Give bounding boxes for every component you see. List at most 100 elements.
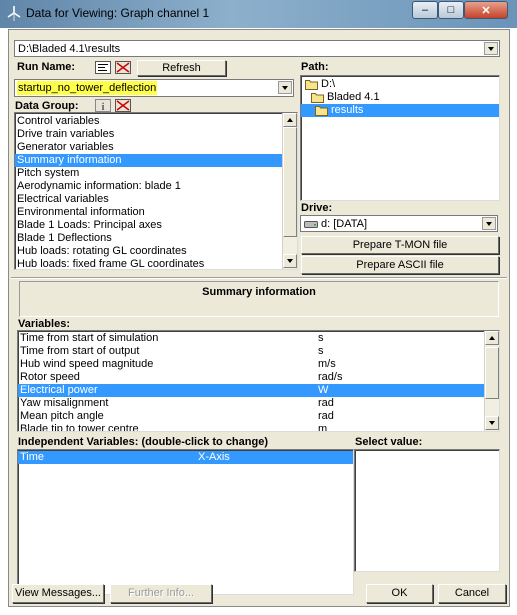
folder-row[interactable]: results <box>301 104 499 117</box>
independent-variables-list[interactable]: Time X-Axis <box>17 449 354 595</box>
folder-row[interactable]: Bladed 4.1 <box>301 91 499 104</box>
prepare-tmon-button[interactable]: Prepare T-MON file <box>301 236 499 254</box>
run-name-label: Run Name: <box>17 61 76 73</box>
folder-open-icon <box>305 80 318 90</box>
list-item[interactable]: Aerodynamic information: blade 1 <box>15 180 283 193</box>
delete-icon[interactable] <box>115 99 131 112</box>
drive-value: d: [DATA] <box>321 218 368 230</box>
prepare-ascii-button[interactable]: Prepare ASCII file <box>301 256 499 274</box>
path-tree[interactable]: D:\ Bladed 4.1 results <box>300 75 500 201</box>
minimize-icon: – <box>421 4 429 16</box>
variable-row[interactable]: Rotor speed rad/s <box>18 371 484 384</box>
window-title: Data for Viewing: Graph channel 1 <box>26 6 210 20</box>
close-button[interactable]: ✕ <box>464 1 508 19</box>
list-item[interactable]: Blade 1 Deflections <box>15 232 283 245</box>
maximize-icon: □ <box>447 4 455 16</box>
variable-row[interactable]: Time from start of simulation s <box>18 332 484 345</box>
variable-unit: s <box>318 332 324 344</box>
summary-panel: Summary information <box>19 281 499 317</box>
ok-button[interactable]: OK <box>366 584 433 603</box>
folder-open-icon <box>311 93 324 103</box>
scroll-down-icon[interactable] <box>283 254 297 268</box>
list-item[interactable]: Summary information <box>15 154 283 167</box>
scroll-up-icon[interactable] <box>485 331 499 345</box>
scroll-up-icon[interactable] <box>283 113 297 127</box>
folder-label: Bladed 4.1 <box>327 91 380 103</box>
list-item[interactable]: Drive train variables <box>15 128 283 141</box>
maximize-button[interactable]: □ <box>438 1 464 19</box>
details-icon[interactable] <box>95 61 111 74</box>
folder-row[interactable]: D:\ <box>301 78 499 91</box>
dialog-body: D:\Bladed 4.1\results Run Name: Refresh … <box>8 29 510 607</box>
summary-title: Summary information <box>202 286 316 298</box>
data-group-label: Data Group: <box>15 100 79 112</box>
variable-name: Blade tip to tower centre <box>20 423 139 432</box>
refresh-button[interactable]: Refresh <box>137 60 226 76</box>
variable-unit: W <box>318 384 329 396</box>
chevron-down-icon[interactable] <box>482 217 496 230</box>
variable-name: Hub wind speed magnitude <box>20 358 154 370</box>
close-icon: ✕ <box>481 4 491 17</box>
variable-unit: m <box>318 423 328 432</box>
results-path-value: D:\Bladed 4.1\results <box>18 43 121 55</box>
delete-icon[interactable] <box>115 61 131 74</box>
drive-label: Drive: <box>301 202 333 214</box>
drive-combo[interactable]: d: [DATA] <box>300 215 498 232</box>
variable-name: Rotor speed <box>20 371 80 383</box>
further-info-button[interactable]: Further Info... <box>110 584 212 603</box>
variables-scrollbar[interactable] <box>484 331 499 431</box>
list-item[interactable]: Pitch system <box>15 167 283 180</box>
scroll-down-icon[interactable] <box>485 416 499 430</box>
variable-unit: rad <box>318 397 334 409</box>
variable-row[interactable]: Hub wind speed magnitude m/s <box>18 358 484 371</box>
variables-label: Variables: <box>18 318 70 330</box>
info-icon[interactable]: i <box>95 99 111 112</box>
chevron-down-icon[interactable] <box>484 42 498 55</box>
run-name-combo[interactable]: startup_no_tower_deflection <box>14 79 294 97</box>
independent-variable-axis: X-Axis <box>198 451 230 463</box>
independent-variable-row[interactable]: Time X-Axis <box>18 451 353 464</box>
list-item[interactable]: Hub loads: rotating GL coordinates <box>15 245 283 258</box>
list-item[interactable]: Control variables <box>15 115 283 128</box>
variables-list[interactable]: Time from start of simulation s Time from… <box>17 330 500 432</box>
drive-icon <box>304 221 318 228</box>
svg-text:i: i <box>102 102 105 112</box>
list-item[interactable]: Environmental information <box>15 206 283 219</box>
title-bar: Data for Viewing: Graph channel 1 – □ ✕ <box>0 0 517 28</box>
variable-name: Electrical power <box>20 384 98 396</box>
variable-name: Time from start of simulation <box>20 332 159 344</box>
independent-variables-label: Independent Variables: (double-click to … <box>18 436 268 448</box>
select-value-list[interactable] <box>354 449 500 572</box>
data-group-list[interactable]: Control variables Drive train variables … <box>14 112 298 270</box>
variable-unit: rad <box>318 410 334 422</box>
folder-label: results <box>331 104 364 116</box>
view-messages-button[interactable]: View Messages... <box>12 584 104 603</box>
list-item[interactable]: Blade 1 Loads: Principal axes <box>15 219 283 232</box>
variable-row[interactable]: Electrical power W <box>18 384 484 397</box>
cancel-button[interactable]: Cancel <box>438 584 506 603</box>
list-item[interactable]: Hub loads: fixed frame GL coordinates <box>15 258 283 269</box>
scroll-thumb[interactable] <box>283 127 297 237</box>
variable-row[interactable]: Blade tip to tower centre m <box>18 423 484 432</box>
list-item[interactable]: Electrical variables <box>15 193 283 206</box>
results-path-combo[interactable]: D:\Bladed 4.1\results <box>14 40 500 57</box>
divider <box>11 277 507 279</box>
variable-name: Time from start of output <box>20 345 140 357</box>
variable-name: Mean pitch angle <box>20 410 104 422</box>
minimize-button[interactable]: – <box>412 1 438 19</box>
variable-name: Yaw misalignment <box>20 397 109 409</box>
path-label: Path: <box>301 61 329 73</box>
folder-label: D:\ <box>321 78 336 90</box>
folder-open-icon <box>315 106 328 116</box>
variable-unit: s <box>318 345 324 357</box>
list-item[interactable]: Generator variables <box>15 141 283 154</box>
variable-row[interactable]: Time from start of output s <box>18 345 484 358</box>
data-group-scrollbar[interactable] <box>282 113 297 269</box>
variable-unit: m/s <box>318 358 336 370</box>
independent-variable-name: Time <box>20 451 45 463</box>
variable-row[interactable]: Yaw misalignment rad <box>18 397 484 410</box>
scroll-thumb[interactable] <box>485 347 499 399</box>
run-name-value: startup_no_tower_deflection <box>17 81 158 95</box>
chevron-down-icon[interactable] <box>278 81 292 94</box>
variable-row[interactable]: Mean pitch angle rad <box>18 410 484 423</box>
